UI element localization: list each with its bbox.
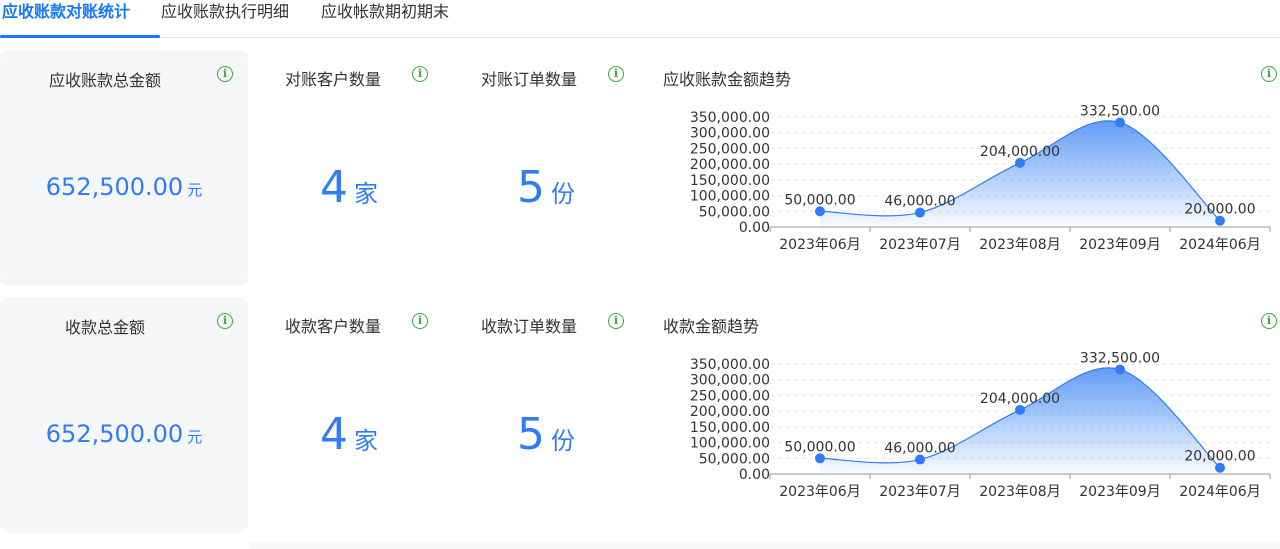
x-tick-label: 2023年07月 — [879, 484, 960, 500]
total-collection-title: 收款总金额 — [64, 318, 145, 337]
count-unit: 家 — [354, 180, 378, 208]
series-area — [820, 367, 1220, 474]
y-tick-label: 50,000.00 — [699, 451, 770, 467]
tab-bar: 应收账款对账统计 应收账款执行明细 应收帐款期初期末 — [0, 0, 1280, 38]
data-label: 20,000.00 — [1184, 449, 1255, 465]
info-icon[interactable]: i — [1261, 313, 1277, 329]
x-tick-label: 2024年06月 — [1179, 237, 1260, 253]
data-label: 332,500.00 — [1080, 104, 1160, 120]
reconciled-orders-count: 5份 — [517, 162, 575, 213]
x-tick-label: 2023年08月 — [979, 237, 1060, 253]
x-tick-label: 2023年06月 — [779, 484, 860, 500]
total-collection-card: 收款总金额 i 652,500.00 元 — [0, 297, 248, 533]
y-tick-label: 200,000.00 — [690, 404, 770, 420]
y-tick-label: 350,000.00 — [690, 110, 770, 126]
reconciled-orders-title: 对账订单数量 — [481, 70, 578, 89]
total-collection-amount: 652,500.00 元 — [0, 420, 248, 448]
y-tick-label: 150,000.00 — [690, 173, 770, 189]
y-tick-label: 100,000.00 — [690, 436, 770, 452]
y-tick-label: 300,000.00 — [690, 373, 770, 389]
info-icon[interactable]: i — [412, 66, 428, 82]
x-tick-label: 2023年08月 — [979, 484, 1060, 500]
count-value: 5 — [517, 409, 545, 460]
reconciled-customers-count: 4家 — [320, 162, 378, 213]
count-unit: 家 — [354, 427, 378, 455]
info-icon[interactable]: i — [608, 66, 624, 82]
total-receivable-card: 应收账款总金额 i 652,500.00 元 — [0, 50, 248, 286]
count-value: 4 — [320, 162, 348, 213]
y-tick-label: 250,000.00 — [690, 141, 770, 157]
y-tick-label: 250,000.00 — [690, 388, 770, 404]
info-icon[interactable]: i — [1261, 66, 1277, 82]
x-tick-label: 2023年07月 — [879, 237, 960, 253]
data-label: 204,000.00 — [980, 144, 1060, 160]
count-value: 5 — [517, 162, 545, 213]
amount-unit: 元 — [187, 428, 203, 446]
divider — [250, 542, 1280, 549]
y-tick-label: 300,000.00 — [690, 126, 770, 142]
y-tick-label: 350,000.00 — [690, 357, 770, 373]
total-receivable-amount: 652,500.00 元 — [0, 173, 248, 201]
collection-trend-chart: 0.0050,000.00100,000.00150,000.00200,000… — [690, 351, 1271, 500]
data-label: 46,000.00 — [884, 441, 955, 457]
y-tick-label: 100,000.00 — [690, 189, 770, 205]
data-label: 20,000.00 — [1184, 202, 1255, 218]
count-value: 4 — [320, 409, 348, 460]
info-icon[interactable]: i — [412, 313, 428, 329]
receivable-trend-title: 应收账款金额趋势 — [663, 70, 792, 89]
y-tick-label: 50,000.00 — [699, 204, 770, 220]
series-area — [820, 120, 1220, 227]
info-icon[interactable]: i — [608, 313, 624, 329]
info-icon[interactable]: i — [217, 313, 233, 329]
data-label: 50,000.00 — [784, 192, 855, 208]
x-tick-label: 2023年09月 — [1079, 484, 1160, 500]
amount-value: 652,500.00 — [45, 420, 184, 448]
data-label: 50,000.00 — [784, 439, 855, 455]
y-tick-label: 0.00 — [739, 467, 770, 483]
total-receivable-title: 应收账款总金额 — [48, 71, 161, 90]
collection-trend-title: 收款金额趋势 — [663, 317, 760, 336]
x-tick-label: 2024年06月 — [1179, 484, 1260, 500]
y-tick-label: 150,000.00 — [690, 420, 770, 436]
data-label: 332,500.00 — [1080, 351, 1160, 367]
data-label: 46,000.00 — [884, 194, 955, 210]
count-unit: 份 — [551, 427, 575, 455]
amount-unit: 元 — [187, 181, 203, 199]
y-tick-label: 200,000.00 — [690, 157, 770, 173]
collection-customers-count: 4家 — [320, 409, 378, 460]
collection-orders-title: 收款订单数量 — [481, 317, 578, 336]
tab-opening-closing[interactable]: 应收帐款期初期末 — [321, 0, 449, 38]
reconciled-customers-title: 对账客户数量 — [285, 70, 382, 89]
data-label: 204,000.00 — [980, 391, 1060, 407]
collection-orders-count: 5份 — [517, 409, 575, 460]
y-tick-label: 0.00 — [739, 220, 770, 236]
active-tab-indicator — [0, 35, 160, 38]
receivable-trend-chart: 0.0050,000.00100,000.00150,000.00200,000… — [690, 104, 1271, 253]
x-tick-label: 2023年06月 — [779, 237, 860, 253]
x-tick-label: 2023年09月 — [1079, 237, 1160, 253]
count-unit: 份 — [551, 180, 575, 208]
info-icon[interactable]: i — [217, 66, 233, 82]
tab-execution-details[interactable]: 应收账款执行明细 — [161, 0, 289, 38]
tab-reconciliation-stats[interactable]: 应收账款对账统计 — [2, 0, 130, 38]
amount-value: 652,500.00 — [45, 173, 184, 201]
collection-customers-title: 收款客户数量 — [285, 317, 382, 336]
